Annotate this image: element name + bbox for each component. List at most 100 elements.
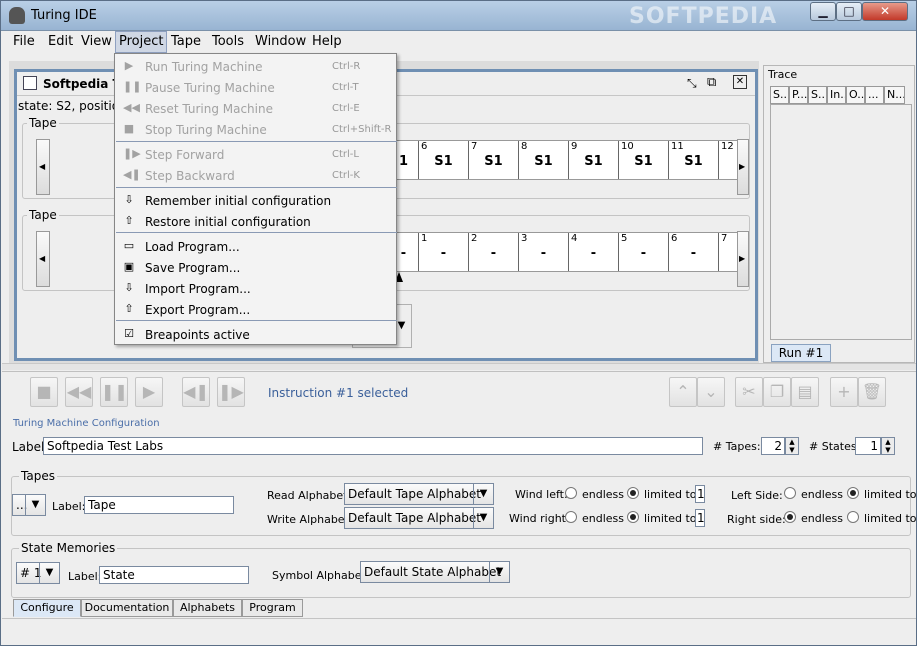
menu-item-save-program[interactable]: ▣ Save Program...: [115, 257, 396, 278]
tape-cell[interactable]: 3-: [519, 233, 569, 271]
tape2-scroll-left[interactable]: ◀: [36, 231, 50, 287]
right-side-limited-radio[interactable]: [847, 511, 859, 523]
add-instruction-button[interactable]: +: [830, 377, 858, 407]
tape-cell[interactable]: 6 S1: [419, 141, 469, 179]
tape-cell[interactable]: 6-: [669, 233, 719, 271]
wind-left-endless-radio[interactable]: [565, 487, 577, 499]
menu-tape[interactable]: Tape: [171, 34, 201, 49]
close-button[interactable]: ✕: [862, 2, 908, 21]
tape-cell[interactable]: 8 S1: [519, 141, 569, 179]
machine-label-input[interactable]: Softpedia Test Labs: [43, 437, 703, 455]
tape-cell-index: 6: [421, 141, 428, 152]
write-alphabet-select[interactable]: Default Tape Alphabet ▼: [344, 507, 494, 529]
menu-file[interactable]: File: [13, 34, 35, 49]
tab-alphabets[interactable]: Alphabets: [173, 599, 242, 617]
tape-cell[interactable]: 10 S1: [619, 141, 669, 179]
tab-program[interactable]: Program: [242, 599, 303, 617]
tape-cell-index: 8: [521, 141, 528, 152]
trace-column-header[interactable]: N...: [884, 86, 905, 104]
close-icon[interactable]: ✕: [733, 75, 747, 89]
trace-column-header[interactable]: ...: [865, 86, 884, 104]
left-side-limited-radio[interactable]: [847, 487, 859, 499]
reset-button[interactable]: ◀◀: [65, 377, 93, 407]
menu-view[interactable]: View: [81, 34, 112, 49]
tape-cell[interactable]: 1-: [419, 233, 469, 271]
maximize-button[interactable]: □: [836, 2, 862, 21]
move-up-button[interactable]: ⌃: [669, 377, 697, 407]
paste-button[interactable]: ▤: [791, 377, 819, 407]
wind-left-limit-input[interactable]: 1: [695, 485, 705, 503]
menu-help[interactable]: Help: [312, 34, 342, 49]
step-forward-button[interactable]: ❚▶: [217, 377, 245, 407]
state-label-input[interactable]: State: [99, 566, 249, 584]
left-side-endless-radio[interactable]: [784, 487, 796, 499]
copy-button[interactable]: ❐: [763, 377, 791, 407]
minimize-button[interactable]: ▁: [810, 2, 836, 21]
tape-cell-index: 10: [621, 141, 634, 152]
tape-cell[interactable]: 11 S1: [669, 141, 719, 179]
trace-column-header[interactable]: O...: [846, 86, 865, 104]
tape-cell[interactable]: 4-: [569, 233, 619, 271]
cut-button[interactable]: ✂: [735, 377, 763, 407]
menu-item-restore-initial-configuration[interactable]: ⇧ Restore initial configuration: [115, 211, 396, 232]
tab-documentation[interactable]: Documentation: [81, 599, 173, 617]
stop-button[interactable]: ■: [30, 377, 58, 407]
right-side-limited-label: limited to: [864, 512, 917, 525]
run-tab[interactable]: Run #1: [771, 344, 831, 362]
read-alphabet-select[interactable]: Default Tape Alphabet ▼: [344, 483, 494, 505]
trace-column-header[interactable]: In...: [827, 86, 846, 104]
tape-cell[interactable]: 7 S1: [469, 141, 519, 179]
menu-item-shortcut: Ctrl+Shift-R: [332, 124, 392, 135]
checkbox-checked-icon: ☑: [124, 327, 134, 340]
symbol-alphabet-select[interactable]: Default State Alphabet ▼: [360, 561, 510, 583]
restore-icon[interactable]: ⧉: [707, 75, 716, 90]
menu-tools[interactable]: Tools: [212, 34, 244, 49]
tab-configure[interactable]: Configure: [13, 599, 81, 617]
trace-column-header[interactable]: P...: [789, 86, 808, 104]
tape1-scroll-right[interactable]: ▶: [737, 139, 749, 195]
state-memory-selector[interactable]: # 1 ▼: [16, 562, 60, 584]
wind-right-limit-input[interactable]: 1: [695, 509, 705, 527]
splitter[interactable]: [2, 363, 916, 370]
tape-cell-symbol: S1: [584, 154, 603, 169]
menu-item-breapoints-active[interactable]: ☑ Breapoints active: [115, 324, 396, 345]
tape-selector[interactable]: ... ▼: [12, 494, 46, 516]
tape1-scroll-left[interactable]: ◀: [36, 139, 50, 195]
write-alphabet-value: Default Tape Alphabet: [348, 511, 481, 525]
wind-right-endless-radio[interactable]: [565, 511, 577, 523]
tape-cell[interactable]: 2-: [469, 233, 519, 271]
states-count-input[interactable]: 1: [855, 437, 881, 455]
menu-item-remember-initial-configuration[interactable]: ⇩ Remember initial configuration: [115, 190, 396, 211]
states-spinner[interactable]: ▲ ▼: [881, 437, 895, 455]
menu-item-import-program[interactable]: ⇩ Import Program...: [115, 278, 396, 299]
tape-cell[interactable]: 9 S1: [569, 141, 619, 179]
right-side-endless-radio[interactable]: [784, 511, 796, 523]
menu-window[interactable]: Window: [255, 34, 306, 49]
tape-label-input[interactable]: Tape: [84, 496, 234, 514]
tape2-scroll-right[interactable]: ▶: [737, 231, 749, 287]
menu-item-export-program[interactable]: ⇧ Export Program...: [115, 299, 396, 320]
trace-column-header[interactable]: S...: [770, 86, 789, 104]
wind-right-limited-radio[interactable]: [627, 511, 639, 523]
menu-project[interactable]: Project: [115, 31, 168, 53]
menu-item-label: Stop Turing Machine: [145, 123, 267, 137]
tape-cell[interactable]: 12: [719, 141, 738, 179]
tapes-count-input[interactable]: 2: [761, 437, 785, 455]
trace-table: [770, 104, 912, 340]
menu-item-label: Reset Turing Machine: [145, 102, 273, 116]
tape-cell[interactable]: 5-: [619, 233, 669, 271]
wind-left-limited-radio[interactable]: [627, 487, 639, 499]
run-button[interactable]: ▶: [135, 377, 163, 407]
menu-item-load-program[interactable]: ▭ Load Program...: [115, 236, 396, 257]
minimize-icon[interactable]: ⤡: [687, 76, 697, 91]
tapes-spinner[interactable]: ▲ ▼: [785, 437, 799, 455]
step-backward-button[interactable]: ◀❚: [182, 377, 210, 407]
move-down-button[interactable]: ⌄: [697, 377, 725, 407]
tape-cell-index: 11: [671, 141, 684, 152]
run-toolbar: ■ ◀◀ ❚❚ ▶ ◀❚ ❚▶ Instruction #1 selected …: [2, 371, 916, 413]
trace-column-header[interactable]: S...: [808, 86, 827, 104]
pause-button[interactable]: ❚❚: [100, 377, 128, 407]
delete-button[interactable]: 🗑: [858, 377, 886, 407]
menu-edit[interactable]: Edit: [48, 34, 73, 49]
tape-cell[interactable]: 7: [719, 233, 738, 271]
